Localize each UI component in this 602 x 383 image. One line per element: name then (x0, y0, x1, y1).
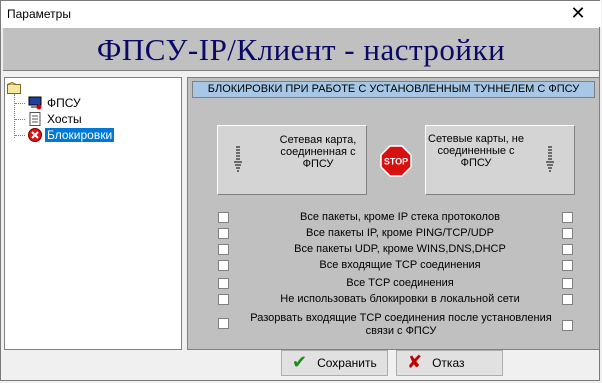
right-checkbox[interactable] (562, 244, 573, 255)
option-label: Все пакеты, кроме IP стека протоколов (300, 211, 500, 223)
option-row: Все пакеты IP, кроме PING/TCP/UDP (218, 227, 578, 241)
tree-branch-line (15, 102, 25, 104)
blocked-icon (28, 128, 42, 142)
left-card-label: Сетевая карта, соединенная с ФПСУ (279, 134, 357, 170)
cross-icon: ✘ (407, 352, 423, 373)
stop-sign-icon: STOP (380, 145, 412, 177)
option-row: Все пакеты, кроме IP стека протоколов (218, 211, 578, 225)
down-arrow-icon (546, 146, 554, 172)
option-row: Не использовать блокировки в локальной с… (218, 293, 578, 307)
window-title: Параметры (7, 7, 71, 21)
option-label: Все входящие TCP соединения (319, 259, 481, 271)
right-checkbox[interactable] (562, 212, 573, 223)
header-banner: ФПСУ-IP/Клиент - настройки (3, 27, 599, 71)
close-icon[interactable]: ✕ (563, 3, 593, 25)
document-icon (29, 112, 41, 126)
option-label: Не использовать блокировки в локальной с… (280, 293, 520, 305)
left-checkbox[interactable] (218, 244, 229, 255)
panel-title: БЛОКИРОВКИ ПРИ РАБОТЕ С УСТАНОВЛЕННЫМ ТУ… (192, 81, 595, 98)
page-title: ФПСУ-IP/Клиент - настройки (96, 32, 506, 67)
option-label: Все пакеты UDP, кроме WINS,DNS,DHCP (294, 243, 506, 255)
save-button[interactable]: ✔ Сохранить (281, 350, 388, 376)
tree-item-label: Блокировки (45, 128, 115, 142)
right-checkbox[interactable] (562, 228, 573, 239)
left-checkbox[interactable] (218, 294, 229, 305)
option-row: Все TCP соединения (218, 277, 578, 291)
option-label: Разорвать входящие TCP соединения после … (250, 312, 552, 337)
tree-item-fpsu[interactable]: ФПСУ (15, 95, 83, 111)
right-checkbox[interactable] (562, 320, 573, 331)
left-checkbox[interactable] (218, 318, 229, 329)
tree-item-label: ФПСУ (47, 96, 81, 110)
tree-branch-line (15, 134, 25, 136)
right-checkbox[interactable] (562, 278, 573, 289)
left-checkbox[interactable] (218, 260, 229, 271)
right-checkbox[interactable] (562, 294, 573, 305)
cancel-button-label: Отказ (432, 356, 465, 370)
settings-window: Параметры ✕ ФПСУ-IP/Клиент - настройки Ф… (0, 0, 601, 381)
tree-root-icon (7, 82, 21, 94)
stop-sign-text: STOP (384, 157, 408, 167)
left-checkbox[interactable] (218, 278, 229, 289)
option-row: Все входящие TCP соединения (218, 259, 578, 273)
left-card-connected-nic: Сетевая карта, соединенная с ФПСУ (217, 125, 367, 195)
title-bar: Параметры ✕ (1, 1, 601, 27)
left-checkbox[interactable] (218, 212, 229, 223)
option-label: Все пакеты IP, кроме PING/TCP/UDP (306, 227, 494, 239)
option-label: Все TCP соединения (346, 277, 454, 289)
save-button-label: Сохранить (317, 356, 377, 370)
settings-tree: ФПСУ Хосты Блокировки (4, 77, 182, 350)
left-checkbox[interactable] (218, 228, 229, 239)
option-row: Все пакеты UDP, кроме WINS,DNS,DHCP (218, 243, 578, 257)
tree-item-blocks[interactable]: Блокировки (15, 127, 115, 143)
checkmark-icon: ✔ (292, 352, 308, 373)
blocks-panel: БЛОКИРОВКИ ПРИ РАБОТЕ С УСТАНОВЛЕННЫМ ТУ… (187, 77, 600, 350)
option-row: Разорвать входящие TCP соединения после … (218, 312, 578, 340)
tree-item-label: Хосты (47, 112, 82, 126)
right-card-other-nics: Сетевые карты, не соединенные с ФПСУ (425, 125, 575, 195)
computer-icon (28, 96, 42, 110)
right-checkbox[interactable] (562, 260, 573, 271)
cancel-button[interactable]: ✘ Отказ (396, 350, 503, 376)
down-arrow-icon (234, 146, 242, 172)
tree-branch-line (15, 118, 25, 120)
tree-item-hosts[interactable]: Хосты (15, 111, 84, 127)
right-card-label: Сетевые карты, не соединенные с ФПСУ (428, 133, 524, 169)
